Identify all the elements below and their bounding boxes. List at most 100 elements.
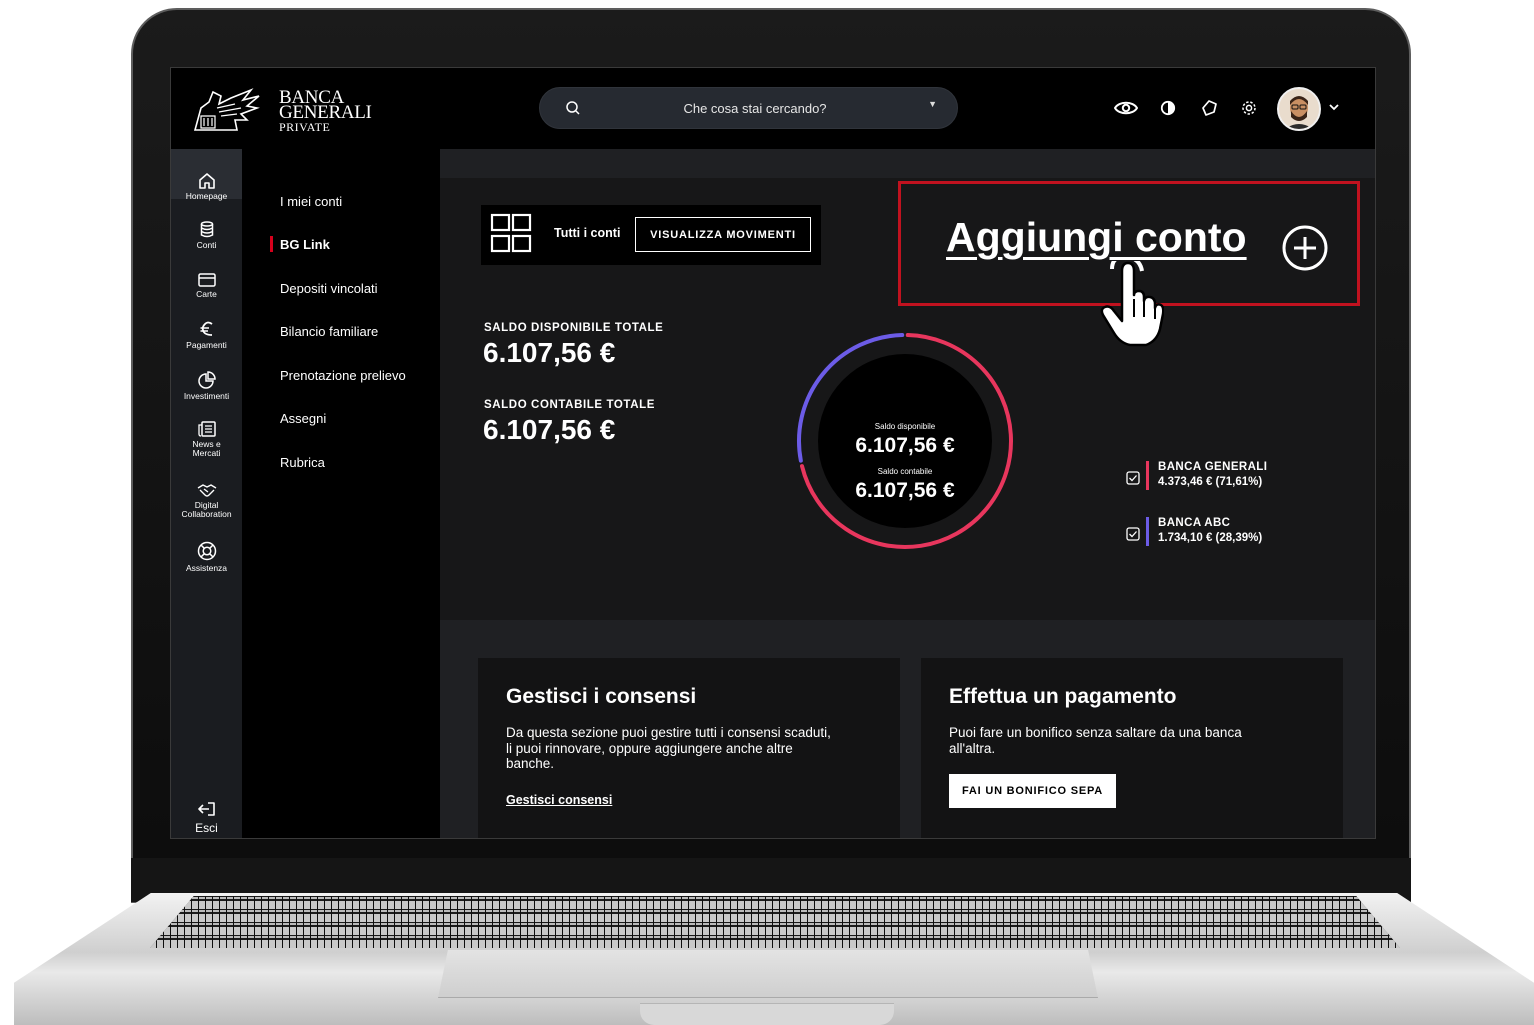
consents-text-line-1: Da questa sezione puoi gestire tutti i c…: [506, 725, 831, 740]
notification-icon[interactable]: [1196, 95, 1222, 121]
rail-label-carte: Carte: [196, 289, 217, 299]
subnav-item-bilancio-familiare[interactable]: Bilancio familiare: [280, 324, 378, 339]
sub-navigation: I miei conti BG Link Depositi vincolati …: [242, 149, 440, 838]
payment-text-line-1: Puoi fare un bonifico senza saltare da u…: [949, 725, 1242, 740]
logo-line-2: GENERALI: [279, 102, 372, 123]
legend-color-bar: [1146, 517, 1149, 546]
sepa-transfer-button[interactable]: FAI UN BONIFICO SEPA: [949, 774, 1116, 808]
avatar[interactable]: [1277, 87, 1321, 131]
donut-accounting-label: Saldo contabile: [877, 467, 933, 476]
laptop-keyboard: [150, 896, 1400, 948]
contrast-icon[interactable]: [1155, 95, 1181, 121]
search-dropdown-icon[interactable]: ▼: [928, 99, 937, 109]
rail-item-carte[interactable]: Carte: [171, 273, 242, 299]
logo-wordmark: BANCA GENERALI PRIVATE: [279, 88, 372, 135]
lion-logo-icon: [193, 88, 260, 131]
rail-item-homepage[interactable]: Homepage: [171, 149, 242, 201]
manage-consents-link[interactable]: Gestisci consensi: [506, 793, 612, 807]
card-icon: [197, 273, 216, 287]
payment-description: Puoi fare un bonifico senza saltare da u…: [949, 725, 1242, 756]
rail-label-investimenti: Investimenti: [183, 391, 230, 401]
legend-color-bar: [1146, 461, 1149, 490]
euro-icon: [200, 321, 213, 336]
available-balance-label: SALDO DISPONIBILE TOTALE: [484, 322, 664, 334]
accounting-balance-value: 6.107,56 €: [483, 414, 616, 445]
checkbox-icon[interactable]: [1126, 527, 1140, 541]
legend-bank-name: BANCA GENERALI: [1158, 461, 1268, 473]
checkbox-icon[interactable]: [1126, 471, 1140, 485]
handshake-icon: [197, 484, 216, 497]
payment-title: Effettua un pagamento: [949, 685, 1177, 708]
grid-icon[interactable]: [490, 213, 532, 255]
logout-label: Esci: [195, 821, 218, 835]
legend-bank-name: BANCA ABC: [1158, 517, 1231, 529]
consents-description: Da questa sezione puoi gestire tutti i c…: [506, 725, 831, 772]
rail-label-conti: Conti: [196, 240, 217, 250]
pie-icon: [197, 371, 216, 389]
laptop-mockup: BANCA GENERALI PRIVATE ▼: [0, 0, 1534, 1025]
rail-item-pagamenti[interactable]: Pagamenti: [171, 321, 242, 350]
payment-card: Effettua un pagamento Puoi fare un bonif…: [921, 658, 1343, 838]
eye-icon[interactable]: [1113, 95, 1139, 121]
rail-item-investimenti[interactable]: Investimenti: [171, 371, 242, 401]
rail-label-pagamenti: Pagamenti: [186, 340, 227, 350]
subnav-item-assegni[interactable]: Assegni: [280, 411, 326, 426]
main-content: Tutti i conti VISUALIZZA MOVIMENTI Aggiu…: [440, 149, 1375, 838]
subnav-item-prenotazione-prelievo[interactable]: Prenotazione prelievo: [280, 368, 406, 383]
donut-available-label: Saldo disponibile: [874, 422, 936, 431]
search-input[interactable]: [610, 98, 900, 118]
all-accounts-label: Tutti i conti: [554, 226, 621, 240]
search-bar[interactable]: ▼: [539, 87, 958, 129]
icon-rail: Homepage Conti Carte Pagamenti Investime…: [171, 149, 242, 838]
view-transactions-button[interactable]: VISUALIZZA MOVIMENTI: [635, 217, 811, 252]
database-icon: [200, 221, 213, 238]
keyboard-keys: [150, 896, 1400, 948]
rail-item-assistenza[interactable]: Assistenza: [171, 541, 242, 573]
rail-item-conti[interactable]: Conti: [171, 221, 242, 250]
logout-icon: [197, 802, 215, 816]
consents-card: Gestisci i consensi Da questa sezione pu…: [478, 658, 900, 838]
user-photo-icon: [1279, 89, 1319, 129]
rail-label-digital-2: Collaboration: [181, 509, 232, 519]
balance-panel: Tutti i conti VISUALIZZA MOVIMENTI Aggiu…: [440, 178, 1375, 620]
consents-text-line-3: banche.: [506, 756, 555, 771]
add-account-link[interactable]: Aggiungi conto: [946, 214, 1247, 261]
legend-bank-value: 4.373,46 € (71,61%): [1158, 476, 1263, 488]
balance-donut: Saldo disponibile 6.107,56 € Saldo conta…: [790, 326, 1020, 556]
news-icon: [197, 421, 216, 437]
subnav-item-miei-conti[interactable]: I miei conti: [280, 194, 342, 209]
banca-generali-logo[interactable]: BANCA GENERALI PRIVATE: [191, 86, 391, 134]
logout-button[interactable]: Esci: [171, 801, 242, 835]
gear-icon[interactable]: [1236, 95, 1262, 121]
chevron-down-icon[interactable]: [1327, 100, 1341, 114]
legend-bank-value: 1.734,10 € (28,39%): [1158, 532, 1263, 544]
plus-circle-icon[interactable]: [1281, 224, 1329, 272]
active-indicator: [270, 236, 273, 252]
accounts-filter: Tutti i conti VISUALIZZA MOVIMENTI: [481, 205, 821, 265]
subnav-item-bg-link[interactable]: BG Link: [280, 237, 330, 252]
search-icon: [566, 101, 580, 115]
legend-item-banca-abc: BANCA ABC 1.734,10 € (28,39%): [1126, 517, 1306, 551]
available-balance-value: 6.107,56 €: [483, 337, 616, 368]
home-icon: [198, 173, 215, 189]
legend-item-banca-generali: BANCA GENERALI 4.373,46 € (71,61%): [1126, 461, 1306, 495]
top-bar: BANCA GENERALI PRIVATE ▼: [171, 68, 1375, 149]
payment-text-line-2: all'altra.: [949, 740, 996, 756]
subnav-item-depositi-vincolati[interactable]: Depositi vincolati: [280, 281, 378, 296]
hand-pointer-icon: [1100, 261, 1164, 347]
rail-label-assistenza: Assistenza: [185, 563, 228, 573]
app-screen: BANCA GENERALI PRIVATE ▼: [170, 67, 1376, 839]
donut-accounting-value: 6.107,56 €: [855, 479, 955, 502]
donut-available-value: 6.107,56 €: [855, 434, 955, 457]
consents-text-line-2: li puoi rinnovare, oppure aggiungere anc…: [506, 740, 793, 756]
laptop-trackpad: [438, 950, 1098, 998]
rail-item-news[interactable]: News e Mercati: [171, 421, 242, 458]
rail-label-homepage: Homepage: [185, 191, 228, 201]
rail-item-digital-collaboration[interactable]: Digital Collaboration: [171, 483, 242, 519]
accounting-balance-label: SALDO CONTABILE TOTALE: [484, 399, 655, 411]
rail-label-news-2: Mercati: [192, 448, 221, 458]
subnav-item-rubrica[interactable]: Rubrica: [280, 455, 325, 470]
lifebuoy-icon: [197, 541, 216, 561]
laptop-notch: [640, 1003, 894, 1025]
consents-title: Gestisci i consensi: [506, 685, 697, 708]
